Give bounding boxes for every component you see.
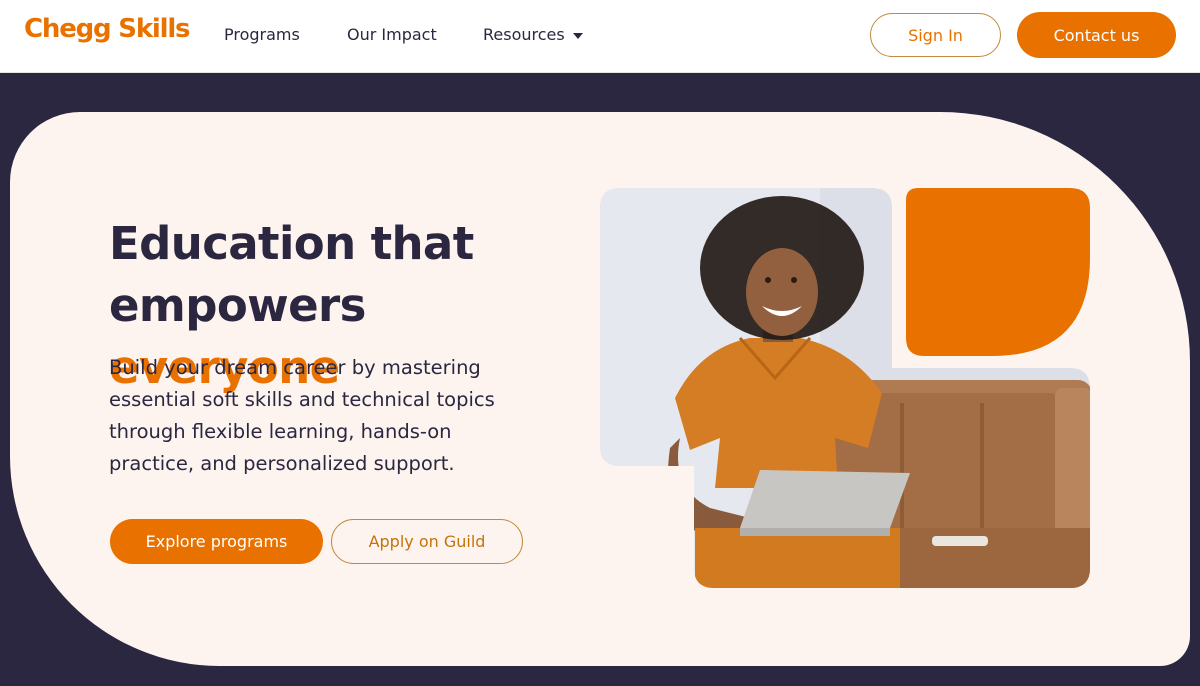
apply-on-guild-button[interactable]: Apply on Guild [331,519,523,564]
orange-shape [906,188,1090,356]
nav-our-impact[interactable]: Our Impact [347,25,437,44]
chegg-skills-logo[interactable]: Chegg Skills [24,14,191,44]
nav-resources[interactable]: Resources [483,25,583,44]
nav-programs[interactable]: Programs [224,25,300,44]
top-navigation: Chegg Skills Programs Our Impact Resourc… [0,0,1200,73]
headline-line-2: empowers [109,279,366,332]
contact-us-button[interactable]: Contact us [1017,12,1176,58]
headline-line-1: Education that [109,217,474,270]
hero-image [600,188,1092,588]
nav-resources-label: Resources [483,25,565,44]
caret-down-icon [572,32,583,39]
explore-programs-button[interactable]: Explore programs [110,519,323,564]
hero-subtext: Build your dream career by mastering ess… [109,356,495,475]
sign-in-button[interactable]: Sign In [870,13,1001,57]
hero-illustration [600,188,1090,588]
